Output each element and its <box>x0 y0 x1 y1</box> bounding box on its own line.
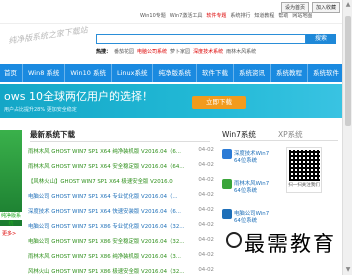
top-bar: Win10专题 Win7激活工具 软件专题 系统排行 知道教程 帮助 网站地图 设为首页 加… <box>0 0 342 24</box>
windows-logo-icon <box>222 179 232 189</box>
banner-title: ows 10全球两亿用户的选择！ <box>4 90 153 103</box>
list-item-title[interactable]: 雨林木风 GHOST WIN7 SP1 X64 纯净装机版 V2016.04（6… <box>28 147 181 155</box>
hot-search-label: 热搜： <box>96 49 112 55</box>
hot-term[interactable]: 雨林木风系统 <box>226 48 256 55</box>
nav-item-win10[interactable]: Win10 系统 <box>65 64 112 82</box>
nav-item-pure[interactable]: 纯净版系统 <box>153 64 197 82</box>
list-item-date: 04-02 <box>198 207 214 213</box>
list-item-date: 04-02 <box>198 192 214 198</box>
watermark-text: 最需教育 <box>244 232 336 256</box>
divider <box>30 141 210 142</box>
nav-item-system-software[interactable]: 系统软件 <box>308 64 342 82</box>
nav-item-news[interactable]: 系统资讯 <box>234 64 271 82</box>
list-item-title[interactable]: 风林火山 GHOST WIN7 SP1 X86 极速安全版 V2016.04（3… <box>28 267 184 275</box>
list-item[interactable]: 深度技术 GHOST WIN7 SP1 X64 快速安装版 V2016.04（6… <box>28 204 214 219</box>
add-favorite-button[interactable]: 加入收藏 <box>311 2 340 13</box>
top-link[interactable]: 软件专题 <box>206 12 226 19</box>
list-item-title[interactable]: 电脑公司 GHOST WIN7 SP1 X86 专业优化版 V2016.04（3… <box>28 222 184 230</box>
list-item-title[interactable]: 雨林木风 GHOST WIN7 SP1 X64 安全稳定版 V2016.04（6… <box>28 162 184 170</box>
list-item[interactable]: 雨林木风 GHOST WIN7 SP1 X86 纯净装机版 V2016.04（3… <box>28 249 214 264</box>
side-item-sublabel[interactable]: 64位系统 <box>234 186 257 194</box>
windows-logo-icon <box>222 209 232 219</box>
list-item-date: 04-02 <box>198 237 214 243</box>
set-homepage-button[interactable]: 设为首页 <box>280 2 309 13</box>
hot-term[interactable]: 番茄花园 <box>114 48 134 55</box>
list-item-date: 04-02 <box>198 252 214 258</box>
list-item[interactable]: 电脑公司 GHOST WIN7 SP1 X86 安全稳定版 V2016.04（3… <box>28 234 214 249</box>
nav-item-software[interactable]: 软件下载 <box>197 64 234 82</box>
side-tabs: Win7系统 XP系统 <box>220 129 338 141</box>
list-item-date: 04-02 <box>198 222 214 228</box>
top-link[interactable]: 网站地图 <box>292 12 312 19</box>
hot-term[interactable]: 电脑公司系统 <box>137 48 167 55</box>
list-item[interactable]: 【风林火山】GHOST WIN7 SP1 X64 极速安全版 V2016.0 04… <box>28 174 214 189</box>
watermark-logo-icon <box>226 232 242 248</box>
tab-win7[interactable]: Win7系统 <box>222 129 256 140</box>
qr-code-image <box>289 150 320 181</box>
nav-item-linux[interactable]: Linux系统 <box>112 64 154 82</box>
top-link[interactable]: 系统排行 <box>230 12 250 19</box>
side-item-sublabel[interactable]: 64位系统 <box>234 156 257 164</box>
left-promo-sign: 纯净版系统 <box>0 212 22 227</box>
more-link[interactable]: 更多> <box>2 230 16 237</box>
list-item-title[interactable]: 电脑公司 GHOST WIN7 SP1 X64 专业优化版 V2016.04（.… <box>28 192 178 200</box>
download-list: 雨林木风 GHOST WIN7 SP1 X64 纯净装机版 V2016.04（6… <box>28 144 214 275</box>
tab-xp[interactable]: XP系统 <box>278 129 303 140</box>
search-input[interactable] <box>96 34 306 44</box>
side-item-sublabel[interactable]: 64位系统 <box>234 216 257 224</box>
hot-term[interactable]: 萝卜家园 <box>170 48 190 55</box>
windows-logo-icon <box>222 149 232 159</box>
top-link[interactable]: Win7激活工具 <box>170 12 203 19</box>
hot-term[interactable]: 深度技术系统 <box>193 48 223 55</box>
vertical-scrollbar[interactable]: ▲ ▼ <box>342 0 352 275</box>
list-item-title[interactable]: 深度技术 GHOST WIN7 SP1 X64 快速安装版 V2016.04（6… <box>28 207 181 215</box>
qr-caption: 扫一扫关注我们 <box>288 183 320 188</box>
top-links: Win10专题 Win7激活工具 软件专题 系统排行 知道教程 帮助 网站地图 <box>140 12 312 19</box>
top-buttons: 设为首页 加入收藏 <box>280 2 340 13</box>
banner-download-button[interactable]: 立即下载 <box>192 96 246 109</box>
side-item[interactable]: 雨林木风Win7 64位系统 <box>222 175 284 203</box>
list-item-title[interactable]: 雨林木风 GHOST WIN7 SP1 X86 纯净装机版 V2016.04（3… <box>28 252 181 260</box>
side-item[interactable]: 深度技术Win7 64位系统 <box>222 145 284 173</box>
nav-item-home[interactable]: 首页 <box>0 64 23 82</box>
page: Win10专题 Win7激活工具 软件专题 系统排行 知道教程 帮助 网站地图 设为首页 加… <box>0 0 342 275</box>
left-promo-image[interactable]: 纯净版系统 <box>0 130 22 227</box>
list-item[interactable]: 电脑公司 GHOST WIN7 SP1 X64 专业优化版 V2016.04（.… <box>28 189 214 204</box>
nav-item-tutorial[interactable]: 系统教程 <box>271 64 308 82</box>
site-logo[interactable]: 纯净版系统之家下载站 <box>8 24 89 46</box>
top-link[interactable]: Win10专题 <box>140 12 166 19</box>
list-item-date: 04-02 <box>198 177 214 183</box>
list-item-title[interactable]: 电脑公司 GHOST WIN7 SP1 X86 安全稳定版 V2016.04（3… <box>28 237 184 245</box>
list-item[interactable]: 风林火山 GHOST WIN7 SP1 X86 极速安全版 V2016.04（3… <box>28 264 214 275</box>
main-nav: 首页 Win8 系统 Win10 系统 Linux系统 纯净版系统 软件下载 系… <box>0 64 342 82</box>
list-item[interactable]: 雨林木风 GHOST WIN7 SP1 X64 安全稳定版 V2016.04（6… <box>28 159 214 174</box>
promo-banner[interactable]: ows 10全球两亿用户的选择！ 用户占比提升28% 更加安全稳定 立即下载 <box>0 84 342 118</box>
list-item-date: 04-02 <box>198 147 214 153</box>
latest-downloads-title: 最新系统下载 <box>30 130 75 139</box>
search-button[interactable]: 搜索 <box>306 34 336 44</box>
list-item-title[interactable]: 【风林火山】GHOST WIN7 SP1 X64 极速安全版 V2016.0 <box>28 177 173 185</box>
scrollbar-thumb[interactable] <box>345 16 351 126</box>
nav-item-win8[interactable]: Win8 系统 <box>23 64 66 82</box>
banner-subtitle: 用户占比提升28% 更加安全稳定 <box>4 107 77 113</box>
list-item[interactable]: 电脑公司 GHOST WIN7 SP1 X86 专业优化版 V2016.04（3… <box>28 219 214 234</box>
list-item-date: 04-02 <box>198 267 214 273</box>
scroll-up-icon[interactable]: ▲ <box>344 1 352 9</box>
top-link[interactable]: 帮助 <box>278 12 288 19</box>
qr-code: 扫一扫关注我们 <box>286 147 322 193</box>
scroll-down-icon[interactable]: ▼ <box>344 266 352 274</box>
top-link[interactable]: 知道教程 <box>254 12 274 19</box>
list-item-date: 04-02 <box>198 162 214 168</box>
list-item[interactable]: 雨林木风 GHOST WIN7 SP1 X64 纯净装机版 V2016.04（6… <box>28 144 214 159</box>
hot-search-links: 热搜： 番茄花园 电脑公司系统 萝卜家园 深度技术系统 雨林木风系统 <box>96 48 256 55</box>
